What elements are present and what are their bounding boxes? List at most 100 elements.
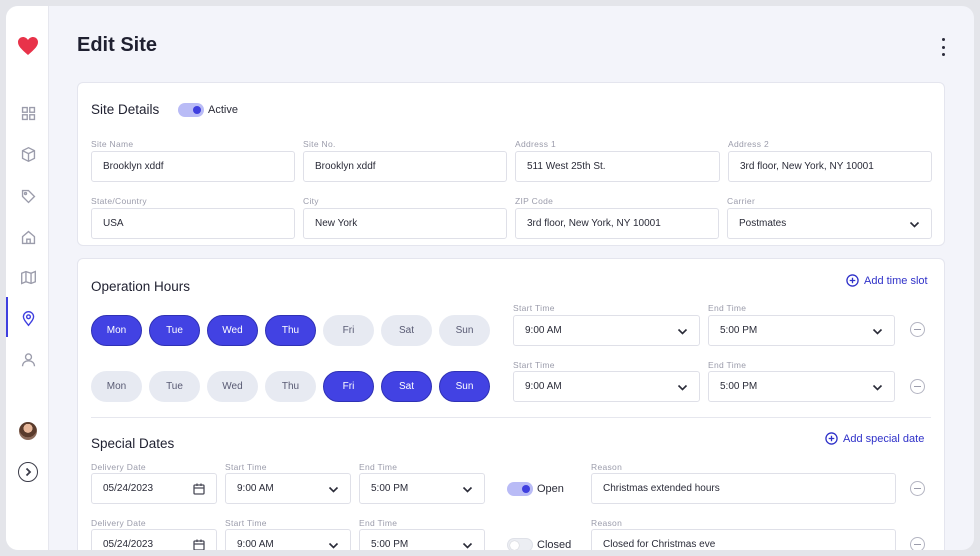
user-icon[interactable]	[16, 347, 40, 371]
expand-sidebar-button[interactable]	[18, 462, 38, 482]
remove-special-date-icon[interactable]	[910, 481, 925, 496]
avatar[interactable]	[19, 422, 37, 440]
reason-input[interactable]: Christmas extended hours	[591, 473, 896, 504]
calendar-icon[interactable]	[193, 539, 205, 550]
chevron-right-icon	[25, 467, 32, 477]
end-time-label: End Time	[708, 360, 747, 370]
closed-toggle[interactable]	[507, 538, 533, 550]
chevron-down-icon	[462, 540, 473, 550]
address2-label: Address 2	[728, 139, 769, 149]
start-time-select[interactable]: 9:00 AM	[513, 315, 700, 346]
site-name-input[interactable]: Brooklyn xddf	[91, 151, 295, 182]
more-options-icon[interactable]	[936, 36, 950, 58]
location-pin-icon[interactable]	[16, 306, 40, 330]
plus-circle-icon	[846, 274, 859, 287]
site-details-card: Site Details Active Site Name Brooklyn x…	[77, 82, 945, 246]
chevron-down-icon	[872, 326, 883, 337]
state-label: State/Country	[91, 196, 147, 206]
reason-value: Christmas extended hours	[603, 483, 720, 494]
remove-special-date-icon[interactable]	[910, 537, 925, 550]
day-sat[interactable]: Sat	[381, 315, 432, 346]
zip-input[interactable]: 3rd floor, New York, NY 10001	[515, 208, 719, 239]
dashboard-icon[interactable]	[16, 101, 40, 125]
special-start-select[interactable]: 9:00 AM	[225, 473, 351, 504]
day-tue[interactable]: Tue	[149, 371, 200, 402]
tag-icon[interactable]	[16, 184, 40, 208]
start-time-value: 9:00 AM	[525, 325, 562, 336]
reason-label: Reason	[591, 462, 623, 472]
sidebar-active-indicator	[6, 297, 8, 337]
special-end-select[interactable]: 5:00 PM	[359, 473, 485, 504]
end-time-select[interactable]: 5:00 PM	[708, 315, 895, 346]
day-sun[interactable]: Sun	[439, 315, 490, 346]
end-time-label: End Time	[359, 518, 398, 528]
reason-input[interactable]: Closed for Christmas eve	[591, 529, 896, 550]
special-start-select[interactable]: 9:00 AM	[225, 529, 351, 550]
start-time-label: Start Time	[225, 462, 267, 472]
zip-label: ZIP Code	[515, 196, 554, 206]
day-fri[interactable]: Fri	[323, 315, 374, 346]
address1-label: Address 1	[515, 139, 556, 149]
day-tue[interactable]: Tue	[149, 315, 200, 346]
page-title: Edit Site	[77, 34, 158, 56]
map-icon[interactable]	[16, 265, 40, 289]
day-mon[interactable]: Mon	[91, 371, 142, 402]
calendar-icon[interactable]	[193, 483, 205, 495]
day-mon[interactable]: Mon	[91, 315, 142, 346]
chevron-down-icon	[462, 484, 473, 495]
home-icon[interactable]	[16, 225, 40, 249]
heart-logo-icon[interactable]	[16, 34, 40, 58]
special-end-value: 5:00 PM	[371, 539, 409, 550]
add-time-slot-button[interactable]: Add time slot	[846, 274, 928, 287]
active-toggle[interactable]	[178, 103, 204, 117]
special-dates-title: Special Dates	[91, 436, 175, 451]
state-input[interactable]: USA	[91, 208, 295, 239]
state-value: USA	[103, 218, 124, 229]
add-special-date-label: Add special date	[843, 432, 925, 445]
reason-value: Closed for Christmas eve	[603, 539, 716, 550]
start-time-value: 9:00 AM	[525, 381, 562, 392]
address1-input[interactable]: 511 West 25th St.	[515, 151, 720, 182]
day-thu[interactable]: Thu	[265, 315, 316, 346]
start-time-select[interactable]: 9:00 AM	[513, 371, 700, 402]
section-divider	[91, 417, 931, 418]
special-end-select[interactable]: 5:00 PM	[359, 529, 485, 550]
day-sat[interactable]: Sat	[381, 371, 432, 402]
special-start-value: 9:00 AM	[237, 483, 274, 494]
delivery-date-input[interactable]: 05/24/2023	[91, 473, 217, 504]
address2-value: 3rd floor, New York, NY 10001	[740, 161, 874, 172]
end-time-value: 5:00 PM	[720, 325, 758, 336]
operation-hours-title: Operation Hours	[91, 279, 191, 294]
site-no-label: Site No.	[303, 139, 336, 149]
remove-time-slot-icon[interactable]	[910, 322, 925, 337]
add-time-slot-label: Add time slot	[864, 274, 928, 287]
day-wed[interactable]: Wed	[207, 371, 258, 402]
app-window: Edit Site Site Details Active Site Name …	[6, 6, 974, 550]
remove-time-slot-icon[interactable]	[910, 379, 925, 394]
city-label: City	[303, 196, 319, 206]
sidebar	[6, 6, 49, 550]
special-start-value: 9:00 AM	[237, 539, 274, 550]
day-sun[interactable]: Sun	[439, 371, 490, 402]
day-fri[interactable]: Fri	[323, 371, 374, 402]
chevron-down-icon	[328, 484, 339, 495]
delivery-date-value: 05/24/2023	[103, 539, 154, 550]
end-time-value: 5:00 PM	[720, 381, 758, 392]
site-details-title: Site Details	[91, 102, 160, 117]
open-toggle[interactable]	[507, 482, 533, 496]
carrier-select[interactable]: Postmates	[727, 208, 932, 239]
delivery-date-input[interactable]: 05/24/2023	[91, 529, 217, 550]
city-value: New York	[315, 218, 358, 229]
chevron-down-icon	[872, 382, 883, 393]
day-thu[interactable]: Thu	[265, 371, 316, 402]
add-special-date-button[interactable]: Add special date	[825, 432, 924, 445]
end-time-select[interactable]: 5:00 PM	[708, 371, 895, 402]
delivery-date-label: Delivery Date	[91, 462, 146, 472]
box-icon[interactable]	[16, 142, 40, 166]
start-time-label: Start Time	[225, 518, 267, 528]
day-wed[interactable]: Wed	[207, 315, 258, 346]
city-input[interactable]: New York	[303, 208, 507, 239]
site-no-input[interactable]: Brooklyn xddf	[303, 151, 507, 182]
address2-input[interactable]: 3rd floor, New York, NY 10001	[728, 151, 932, 182]
chevron-down-icon	[677, 382, 688, 393]
